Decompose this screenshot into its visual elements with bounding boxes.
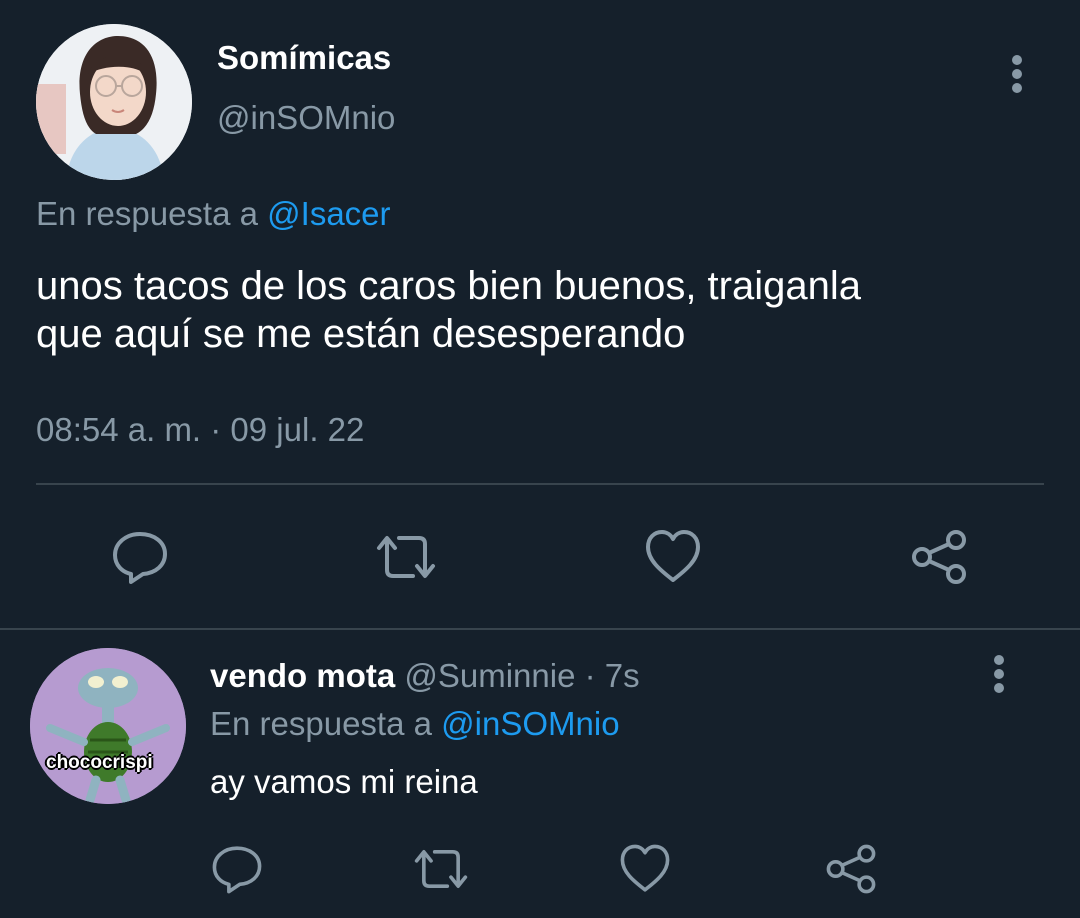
retweet-icon	[377, 536, 435, 578]
share-button[interactable]	[818, 836, 884, 902]
tweet-text: unos tacos de los caros bien buenos, tra…	[36, 262, 1046, 358]
avatar-somimicas[interactable]	[36, 24, 192, 180]
retweet-button[interactable]	[373, 524, 439, 590]
share-icon	[826, 844, 876, 894]
display-name[interactable]: vendo mota	[210, 657, 395, 694]
tweet-text-line: unos tacos de los caros bien buenos, tra…	[36, 264, 861, 308]
share-button[interactable]	[906, 524, 972, 590]
like-button[interactable]	[612, 836, 678, 902]
avatar-caption: chococrispi	[46, 752, 153, 773]
user-handle-time[interactable]: @Suminnie · 7s	[404, 657, 639, 694]
heart-icon	[620, 844, 670, 892]
reply-prefix: En respuesta a	[36, 195, 258, 232]
reply-context: En respuesta a @Isacer	[36, 194, 391, 234]
reply-prefix: En respuesta a	[210, 705, 432, 742]
more-vertical-icon	[1012, 55, 1022, 93]
more-vertical-icon	[994, 655, 1004, 693]
reply-text: ay vamos mi reina	[210, 763, 478, 800]
reply-button[interactable]	[204, 836, 270, 902]
retweet-button[interactable]	[408, 836, 474, 902]
reply-header: vendo mota @Suminnie · 7s	[210, 656, 640, 696]
retweet-icon	[414, 850, 468, 888]
heart-icon	[646, 530, 700, 582]
avatar-image	[30, 648, 186, 804]
tweet-timestamp[interactable]: 08:54 a. m. · 09 jul. 22	[36, 410, 364, 450]
divider	[36, 483, 1044, 485]
reply-icon	[113, 532, 167, 584]
more-options-button[interactable]	[982, 652, 1016, 700]
avatar-vendo-mota[interactable]: chococrispi	[30, 648, 186, 804]
reply-button[interactable]	[107, 524, 173, 590]
like-button[interactable]	[640, 524, 706, 590]
avatar-image	[36, 24, 192, 180]
reply-context: En respuesta a @inSOMnio	[210, 704, 620, 744]
reply-to-link[interactable]: @inSOMnio	[441, 705, 619, 742]
reply-to-link[interactable]: @Isacer	[267, 195, 390, 232]
reply-icon	[212, 846, 262, 894]
tweet-text-line: que aquí se me están desesperando	[36, 312, 686, 356]
user-handle[interactable]: @inSOMnio	[217, 98, 395, 138]
display-name[interactable]: Somímicas	[217, 38, 391, 78]
share-icon	[912, 530, 966, 584]
section-divider	[0, 628, 1080, 630]
more-options-button[interactable]	[1000, 52, 1034, 100]
